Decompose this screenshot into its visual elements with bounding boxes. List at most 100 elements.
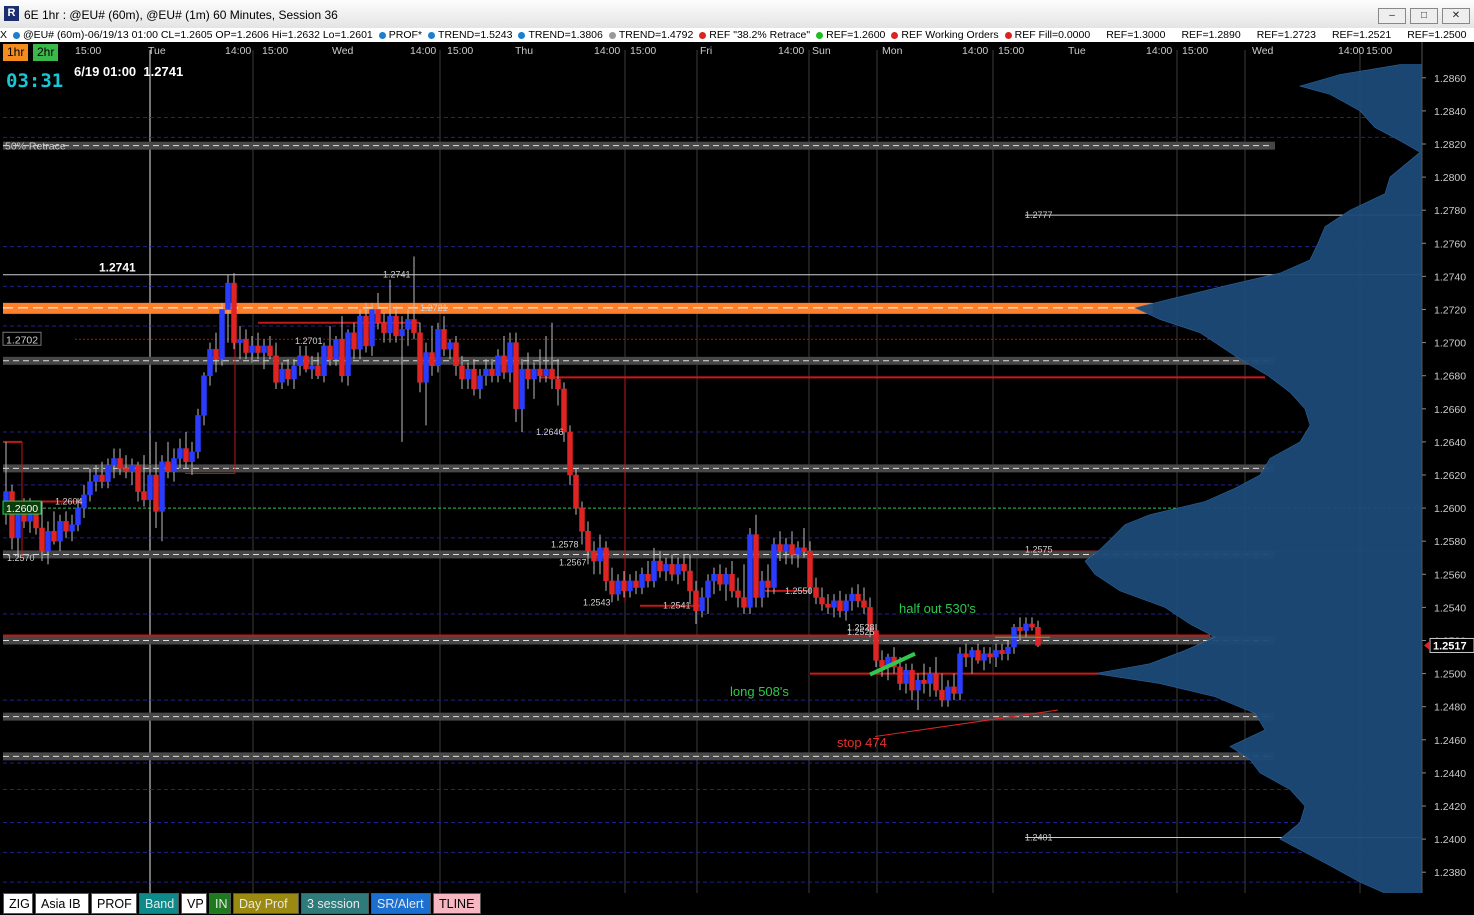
bearish-candle — [837, 600, 843, 611]
bearish-candle — [741, 597, 747, 608]
maximize-button[interactable]: □ — [1410, 8, 1438, 24]
close-studies-icon[interactable]: X — [0, 29, 7, 41]
study-legend-text: TREND=1.5243 — [438, 29, 513, 41]
study-legend-text: REF=1.2600 — [826, 29, 886, 41]
price-axis-label: 1.2780 — [1434, 205, 1466, 217]
bearish-candle — [909, 670, 915, 691]
price-axis-label: 1.2660 — [1434, 404, 1466, 416]
bullish-candle — [723, 574, 729, 585]
close-button[interactable]: ✕ — [1442, 8, 1470, 24]
bearish-candle — [513, 342, 519, 410]
study-legend-item[interactable]: @EU# (60m)-06/19/13 01:00 CL=1.2605 OP=1… — [12, 29, 376, 41]
bearish-candle — [393, 315, 399, 337]
study-legend-item[interactable]: REF "38.2% Retrace" — [699, 29, 813, 41]
timeframe-2hr-button[interactable]: 2hr — [33, 44, 59, 61]
toolbar-button-tline[interactable]: TLINE — [433, 893, 481, 914]
chart-price-label: 1.2578 — [551, 540, 579, 550]
study-legend-item[interactable]: REF=1.2890 — [1171, 29, 1243, 41]
price-axis-label: 1.2460 — [1434, 735, 1466, 747]
bullish-candle — [843, 600, 849, 611]
study-legend-item[interactable]: REF=1.2600 — [816, 29, 888, 41]
toolbar-button-band[interactable]: Band — [139, 893, 179, 914]
bullish-candle — [519, 368, 525, 410]
bullish-candle — [261, 345, 267, 353]
bullish-candle — [357, 315, 363, 350]
toolbar-button-asia-ib[interactable]: Asia IB — [35, 893, 89, 914]
time-axis-label: 15:00 — [75, 45, 101, 57]
study-legend-item[interactable]: REF Fill=0.0000 — [1004, 29, 1094, 41]
study-legend-text: REF=1.2500 — [1407, 29, 1467, 41]
time-axis-label: 14:00 — [410, 45, 436, 57]
bullish-candle — [159, 461, 165, 512]
study-legend-item[interactable]: REF=1.2521 — [1321, 29, 1394, 41]
study-color-dot — [608, 31, 616, 39]
toolbar-button-in[interactable]: IN — [209, 893, 231, 914]
bearish-candle — [975, 650, 981, 661]
timeframe-1hr-button[interactable]: 1hr — [3, 44, 29, 61]
time-axis-label: Tue — [1068, 45, 1086, 57]
bullish-candle — [507, 342, 513, 373]
chart-price-label: 1.2575 — [1025, 544, 1053, 554]
bullish-candle — [237, 339, 243, 343]
study-color-dot — [699, 31, 707, 39]
bearish-candle — [681, 564, 687, 572]
bullish-candle — [345, 332, 351, 376]
toolbar-button-3-session[interactable]: 3 session — [301, 893, 369, 914]
bearish-candle — [441, 329, 447, 350]
time-axis-label: 14:00 — [225, 45, 251, 57]
chart-price-label: 1.2543 — [583, 597, 611, 607]
annotation-stop: stop 474 — [837, 735, 887, 750]
minimize-button[interactable]: – — [1378, 8, 1406, 24]
study-legend-item[interactable]: TREND=1.4792 — [608, 29, 696, 41]
volume-profile — [1084, 64, 1423, 893]
bearish-candle — [1035, 627, 1041, 646]
bearish-candle — [657, 560, 663, 572]
study-legend-item[interactable]: REF=1.2500 — [1397, 29, 1469, 41]
price-axis-label: 1.2760 — [1434, 238, 1466, 250]
bearish-candle — [621, 580, 627, 592]
study-color-dot — [378, 31, 386, 39]
price-chart[interactable]: 1.2741 1.2701 1.2646 1.2604 1.2578 1.2567 1.25… — [0, 42, 1474, 893]
toolbar-button-zig[interactable]: ZIG — [3, 893, 33, 914]
time-axis-label: 15:00 — [1182, 45, 1208, 57]
bearish-candle — [471, 368, 477, 390]
price-axis-label: 1.2400 — [1434, 834, 1466, 846]
toolbar-button-vp[interactable]: VP — [181, 893, 207, 914]
study-color-dot — [816, 31, 824, 39]
bearish-candle — [501, 355, 507, 373]
bearish-candle — [939, 689, 945, 701]
bullish-candle — [129, 464, 135, 472]
bearish-candle — [555, 378, 561, 390]
bullish-candle — [201, 375, 207, 416]
chart-price-label: 1.2525 — [847, 627, 875, 637]
bullish-candle — [111, 458, 117, 466]
price-axis-label: 1.2420 — [1434, 801, 1466, 813]
study-legend-item[interactable]: REF=1.2723 — [1246, 29, 1319, 41]
time-axis-label: 14:00 — [778, 45, 804, 57]
bullish-candle — [195, 415, 201, 453]
toolbar-button-sr-alert[interactable]: SR/Alert — [371, 893, 431, 914]
study-legend-item[interactable]: TREND=1.3806 — [518, 29, 605, 41]
study-legend-text: REF=1.2723 — [1256, 29, 1316, 41]
study-color-dot — [1004, 31, 1012, 39]
bearish-candle — [375, 309, 381, 323]
study-legend-item[interactable]: REF Working Orders — [891, 29, 1001, 41]
bullish-candle — [957, 653, 963, 694]
bearish-candle — [255, 345, 261, 353]
study-legend-item[interactable]: TREND=1.5243 — [428, 29, 515, 41]
bearish-candle — [735, 590, 741, 598]
toolbar-button-prof[interactable]: PROF — [91, 893, 137, 914]
study-legend-item[interactable]: PROF* — [378, 29, 425, 41]
bullish-candle — [711, 574, 717, 582]
price-axis-label: 1.2440 — [1434, 768, 1466, 780]
bearish-candle — [999, 650, 1005, 654]
study-color-dot — [1397, 31, 1405, 39]
time-axis-label: 15:00 — [262, 45, 288, 57]
bullish-candle — [969, 650, 975, 658]
bearish-candle — [921, 679, 927, 684]
bearish-candle — [933, 673, 939, 691]
toolbar-button-day-prof[interactable]: Day Prof — [233, 893, 299, 914]
bearish-candle — [897, 666, 903, 684]
bearish-candle — [165, 461, 171, 472]
study-legend-item[interactable]: REF=1.3000 — [1096, 29, 1168, 41]
